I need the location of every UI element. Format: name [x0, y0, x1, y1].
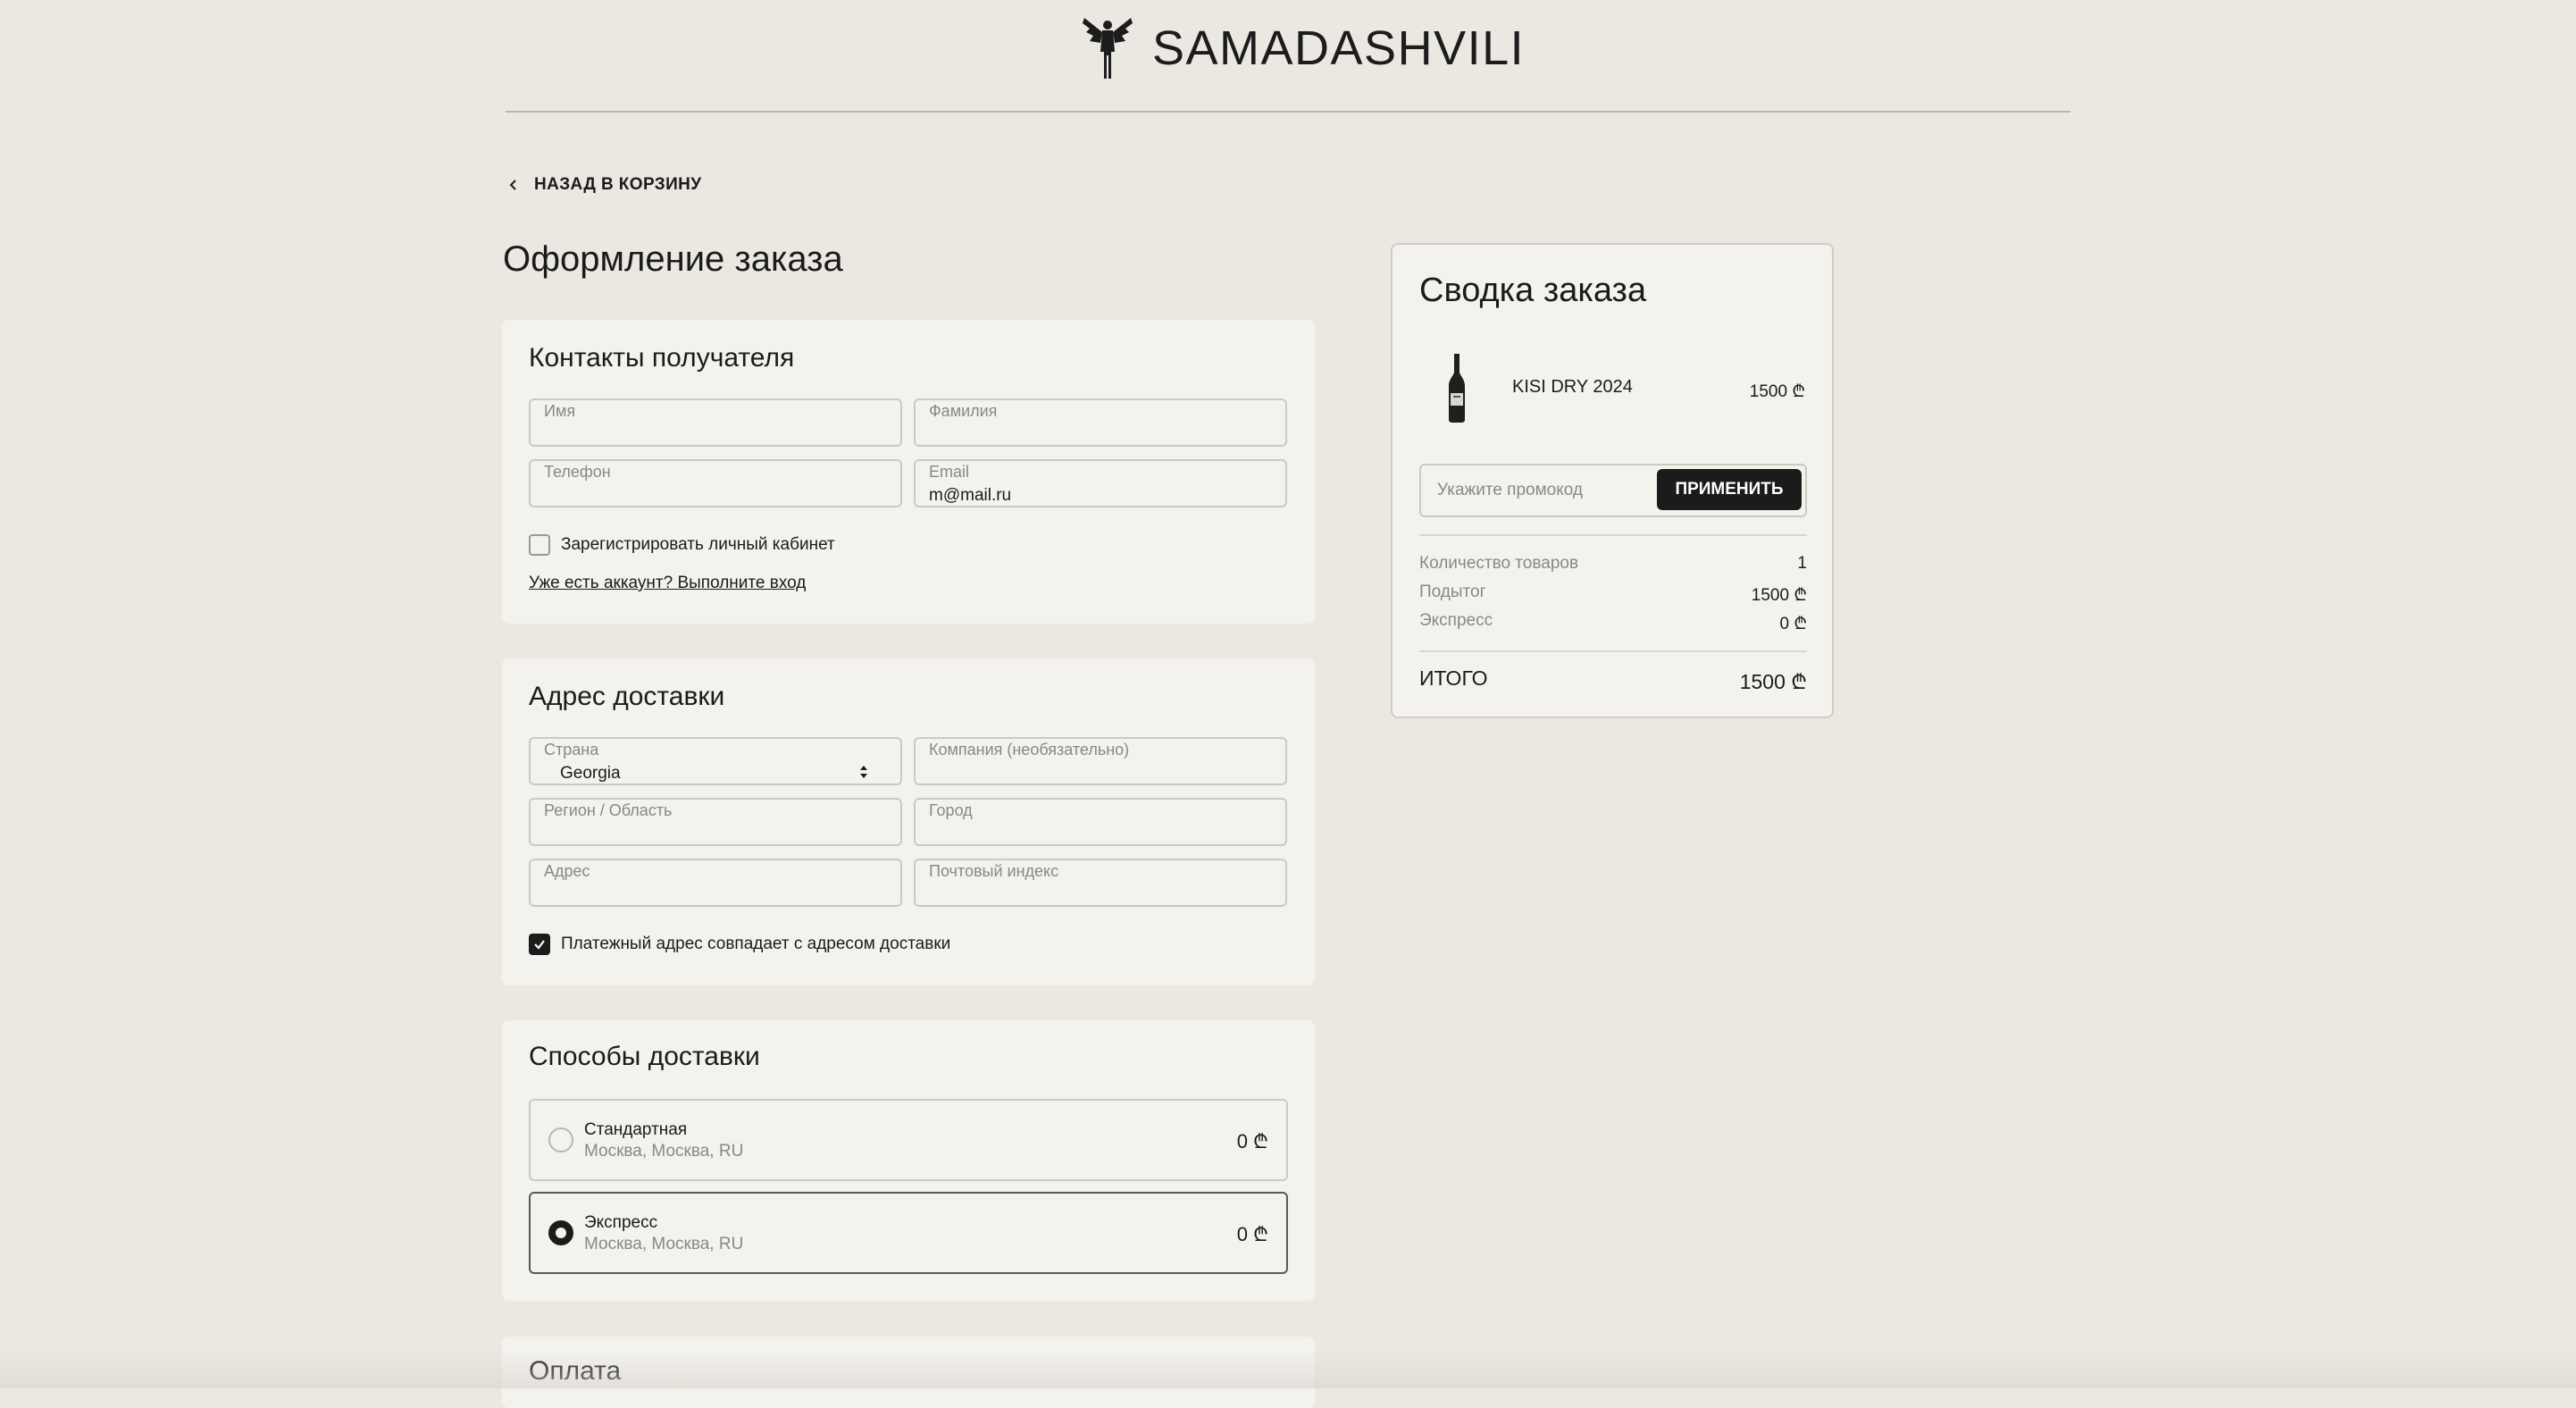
first-name-label: Имя	[544, 402, 576, 420]
summary-row-shipping: Экспресс 0 ₾	[1419, 611, 1807, 634]
region-field[interactable]: Регион / Область	[529, 798, 902, 846]
shipping-option-name: Экспресс	[584, 1213, 658, 1232]
wine-bottle-icon	[1449, 354, 1465, 423]
product-price: 1500 ₾	[1749, 382, 1805, 401]
country-label: Страна	[544, 741, 599, 758]
summary-row-value: 1500 ₾	[1751, 586, 1807, 605]
email-label: Email	[929, 463, 970, 481]
shipping-option-price: 0 ₾	[1236, 1130, 1268, 1152]
summary-divider	[1419, 534, 1807, 536]
payment-title: Оплата	[529, 1356, 622, 1386]
page-title: Оформление заказа	[503, 239, 843, 279]
country-select[interactable]: Страна Georgia	[529, 737, 902, 785]
contacts-title: Контакты получателя	[529, 343, 795, 373]
shipping-option-standard[interactable]: Стандартная Москва, Москва, RU 0 ₾	[529, 1099, 1288, 1181]
address-field[interactable]: Адрес	[529, 859, 902, 907]
city-field[interactable]: Город	[914, 798, 1287, 846]
summary-row-label: Количество товаров	[1419, 554, 1579, 573]
radio-unselected[interactable]	[548, 1127, 573, 1152]
payment-card: Оплата	[502, 1337, 1315, 1408]
brand-name: SAMADASHVILI	[1152, 21, 1526, 75]
product-name: KISI DRY 2024	[1512, 377, 1633, 397]
summary-row-value: 1	[1797, 554, 1807, 573]
first-name-field[interactable]: Имя	[529, 398, 902, 447]
phone-label: Телефон	[544, 463, 611, 481]
total-value: 1500 ₾	[1739, 670, 1807, 693]
checkbox-box[interactable]	[529, 534, 550, 556]
company-label: Компания (необязательно)	[929, 741, 1130, 758]
summary-title: Сводка заказа	[1419, 272, 1647, 309]
header-divider	[506, 111, 2070, 113]
billing-same-label: Платежный адрес совпадает с адресом дост…	[561, 934, 951, 953]
order-summary: Сводка заказа KISI DRY 2024 1500 ₾ ПРИМЕ…	[1391, 243, 1834, 718]
checkmark-icon	[534, 940, 545, 950]
last-name-label: Фамилия	[929, 402, 998, 420]
last-name-field[interactable]: Фамилия	[914, 398, 1287, 447]
radio-selected[interactable]	[548, 1220, 573, 1245]
summary-row-subtotal: Подытог 1500 ₾	[1419, 582, 1807, 606]
shipping-option-name: Стандартная	[584, 1120, 688, 1139]
zip-field[interactable]: Почтовый индекс	[914, 859, 1287, 907]
contacts-card: Контакты получателя Имя Фамилия Телефон …	[502, 320, 1315, 624]
shipping-option-price: 0 ₾	[1236, 1223, 1268, 1245]
checkbox-box-checked[interactable]	[529, 934, 550, 955]
register-label: Зарегистрировать личный кабинет	[561, 535, 835, 554]
zip-label: Почтовый индекс	[929, 862, 1059, 880]
phone-field[interactable]: Телефон	[529, 459, 902, 507]
city-label: Город	[929, 801, 973, 819]
address-title: Адрес доставки	[529, 682, 725, 711]
summary-row-value: 0 ₾	[1779, 615, 1808, 633]
total-label: ИТОГО	[1419, 666, 1488, 690]
back-to-cart-link[interactable]: НАЗАД В КОРЗИНУ	[504, 175, 701, 195]
brand-logo[interactable]: SAMADASHVILI	[1081, 16, 1525, 80]
billing-same-checkbox[interactable]: Платежный адрес совпадает с адресом дост…	[529, 934, 950, 955]
apply-promo-button[interactable]: ПРИМЕНИТЬ	[1657, 469, 1802, 510]
shipping-option-location: Москва, Москва, RU	[584, 1142, 744, 1161]
company-field[interactable]: Компания (необязательно)	[914, 737, 1287, 785]
summary-divider	[1419, 650, 1807, 652]
summary-row-quantity: Количество товаров 1	[1419, 554, 1807, 574]
summary-total: ИТОГО 1500 ₾	[1419, 666, 1807, 695]
login-link[interactable]: Уже есть аккаунт? Выполните вход	[529, 574, 806, 593]
summary-row-label: Подытог	[1419, 582, 1486, 601]
summary-row-label: Экспресс	[1419, 611, 1493, 630]
region-label: Регион / Область	[544, 801, 673, 819]
chevron-left-icon	[509, 180, 516, 190]
email-field[interactable]: Email m@mail.ru	[914, 459, 1287, 507]
shipping-option-location: Москва, Москва, RU	[584, 1235, 744, 1253]
logo-icon	[1083, 18, 1133, 79]
register-checkbox[interactable]: Зарегистрировать личный кабинет	[529, 534, 835, 556]
back-link-label: НАЗАД В КОРЗИНУ	[534, 175, 702, 194]
select-arrows-icon	[860, 766, 867, 778]
email-value: m@mail.ru	[929, 486, 1012, 505]
site-header: SAMADASHVILI	[0, 0, 2576, 113]
promo-code-input[interactable]	[1423, 467, 1662, 514]
shipping-methods-card: Способы доставки Стандартная Москва, Мос…	[502, 1020, 1315, 1301]
delivery-address-card: Адрес доставки Страна Georgia Компания (…	[502, 658, 1315, 985]
promo-code-group: ПРИМЕНИТЬ	[1419, 464, 1807, 517]
shipping-title: Способы доставки	[529, 1042, 760, 1071]
shipping-option-express[interactable]: Экспресс Москва, Москва, RU 0 ₾	[529, 1192, 1288, 1274]
address-label: Адрес	[544, 862, 590, 880]
country-value: Georgia	[560, 764, 621, 783]
